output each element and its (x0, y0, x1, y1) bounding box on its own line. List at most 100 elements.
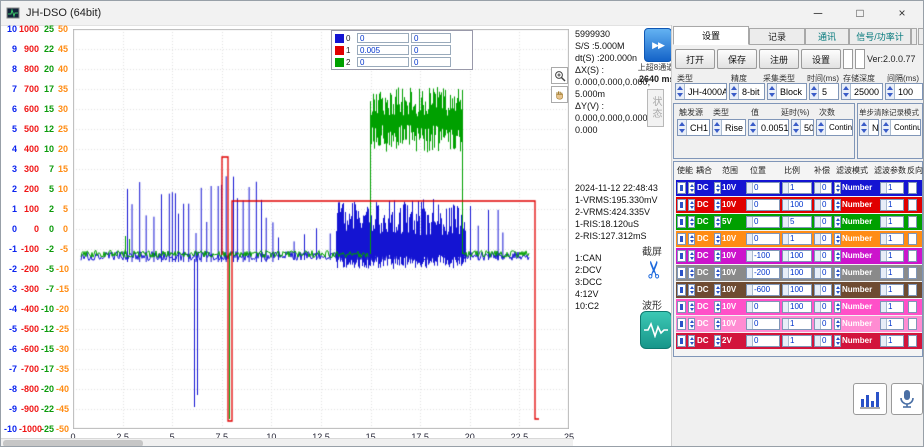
spinner-icon[interactable] (714, 216, 721, 228)
channel-enable-toggle[interactable] (677, 233, 686, 245)
trigger-type-select[interactable]: Rise (712, 119, 746, 136)
scale-field[interactable]: 1 (782, 233, 812, 245)
scale-field[interactable]: 100 (782, 250, 812, 262)
filter-param-field[interactable]: 1 (880, 216, 904, 228)
channel-enable-toggle[interactable] (677, 182, 686, 194)
spinner-icon[interactable] (688, 199, 695, 211)
record-mode-select[interactable]: Continue (881, 119, 921, 136)
filter-param-field[interactable]: 1 (880, 233, 904, 245)
tab-communication[interactable]: 通讯 (805, 28, 849, 45)
invert-checkbox[interactable] (908, 182, 917, 194)
scale-field[interactable]: 1 (782, 318, 812, 330)
spinner-icon[interactable] (688, 318, 695, 330)
waveform-button[interactable] (640, 311, 672, 349)
spinner-icon[interactable] (834, 335, 841, 347)
waveform-canvas[interactable] (73, 29, 569, 429)
channel-enable-toggle[interactable] (677, 284, 686, 296)
settings-button[interactable]: 设置 (801, 49, 841, 69)
spinner-icon[interactable] (834, 233, 841, 245)
position-field[interactable]: 0 (746, 233, 780, 245)
spinner-icon[interactable] (714, 284, 721, 296)
channel-enable-toggle[interactable] (677, 216, 686, 228)
open-button[interactable]: 打开 (675, 49, 715, 69)
spinner-icon[interactable] (688, 284, 695, 296)
interval-field[interactable]: 100 (885, 83, 923, 100)
spinner-icon[interactable] (834, 216, 841, 228)
close-button[interactable]: × (881, 1, 923, 25)
position-field[interactable]: -600 (746, 284, 780, 296)
channel-row-10[interactable]: DC2V010Number1 (676, 333, 922, 349)
position-field[interactable]: 0 (746, 182, 780, 194)
scissors-icon[interactable]: ✂ (641, 259, 670, 279)
trigger-value-field[interactable]: 0.0051 (748, 119, 789, 136)
channel-row-5[interactable]: DC10V-1001000Number1 (676, 248, 922, 264)
spinner-icon[interactable] (714, 301, 721, 313)
offset-field[interactable]: 0 (814, 250, 832, 262)
device-type-select[interactable]: JH-4000A (675, 83, 727, 100)
scale-field[interactable]: 100 (782, 301, 812, 313)
invert-checkbox[interactable] (908, 199, 917, 211)
offset-field[interactable]: 0 (814, 233, 832, 245)
offset-field[interactable]: 0 (814, 335, 832, 347)
invert-checkbox[interactable] (908, 318, 917, 330)
spinner-icon[interactable] (688, 250, 695, 262)
offset-field[interactable]: 0 (814, 199, 832, 211)
pan-hand-button[interactable] (551, 86, 568, 103)
invert-checkbox[interactable] (908, 267, 917, 279)
offset-field[interactable]: 0 (814, 267, 832, 279)
offset-field[interactable]: 0 (814, 182, 832, 194)
spinner-icon[interactable] (834, 199, 841, 211)
offset-field[interactable]: 0 (814, 284, 832, 296)
horizontal-scrollbar[interactable] (1, 438, 573, 447)
depth-field[interactable]: 25000 (841, 83, 883, 100)
spinner-icon[interactable] (842, 84, 851, 99)
spinner-icon[interactable] (714, 182, 721, 194)
channel-enable-toggle[interactable] (677, 267, 686, 279)
tab-signal-power[interactable]: 信号/功率计 (849, 28, 911, 45)
channel-enable-toggle[interactable] (677, 199, 686, 211)
status-button[interactable]: 状态 (647, 89, 664, 127)
spinner-icon[interactable] (714, 318, 721, 330)
filter-param-field[interactable]: 1 (880, 301, 904, 313)
spinner-icon[interactable] (688, 182, 695, 194)
scale-field[interactable]: 1 (782, 182, 812, 194)
position-field[interactable]: 0 (746, 318, 780, 330)
position-field[interactable]: 0 (746, 301, 780, 313)
channel-enable-toggle[interactable] (677, 335, 686, 347)
filter-param-field[interactable]: 1 (880, 318, 904, 330)
spinner-icon[interactable] (688, 301, 695, 313)
time-ms-field[interactable]: 5 (809, 83, 839, 100)
spinner-icon[interactable] (792, 120, 801, 135)
scrollbar-thumb[interactable] (3, 440, 143, 447)
position-field[interactable]: -100 (746, 250, 780, 262)
filter-param-field[interactable]: 1 (880, 335, 904, 347)
position-field[interactable]: 0 (746, 216, 780, 228)
single-clear-select[interactable]: N (859, 119, 879, 136)
save-button[interactable]: 保存 (717, 49, 757, 69)
channel-row-1[interactable]: DC10V010Number1 (676, 180, 922, 196)
invert-checkbox[interactable] (908, 284, 917, 296)
tab-record[interactable]: 记录 (749, 28, 805, 45)
spinner-icon[interactable] (810, 84, 819, 99)
position-field[interactable]: 0 (746, 199, 780, 211)
channel-enable-toggle[interactable] (677, 301, 686, 313)
maximize-button[interactable]: □ (839, 1, 881, 25)
fast-forward-button[interactable]: ▶▶ (644, 28, 672, 62)
spinner-icon[interactable] (886, 84, 895, 99)
register-button[interactable]: 注册 (759, 49, 799, 69)
spinner-icon[interactable] (834, 301, 841, 313)
invert-checkbox[interactable] (908, 216, 917, 228)
zoom-in-button[interactable] (551, 67, 568, 84)
precision-select[interactable]: 8-bit (729, 83, 765, 100)
filter-param-field[interactable]: 1 (880, 250, 904, 262)
scale-field[interactable]: 5 (782, 216, 812, 228)
channel-row-3[interactable]: DC5V050Number1 (676, 214, 922, 230)
scale-field[interactable]: 1 (782, 335, 812, 347)
spinner-icon[interactable] (676, 84, 685, 99)
invert-checkbox[interactable] (908, 250, 917, 262)
spinner-icon[interactable] (688, 267, 695, 279)
channel-row-9[interactable]: DC10V010Number1 (676, 316, 922, 332)
offset-field[interactable]: 0 (814, 216, 832, 228)
channel-row-8[interactable]: DC10V01000Number1 (676, 299, 922, 315)
spinner-icon[interactable] (768, 84, 777, 99)
